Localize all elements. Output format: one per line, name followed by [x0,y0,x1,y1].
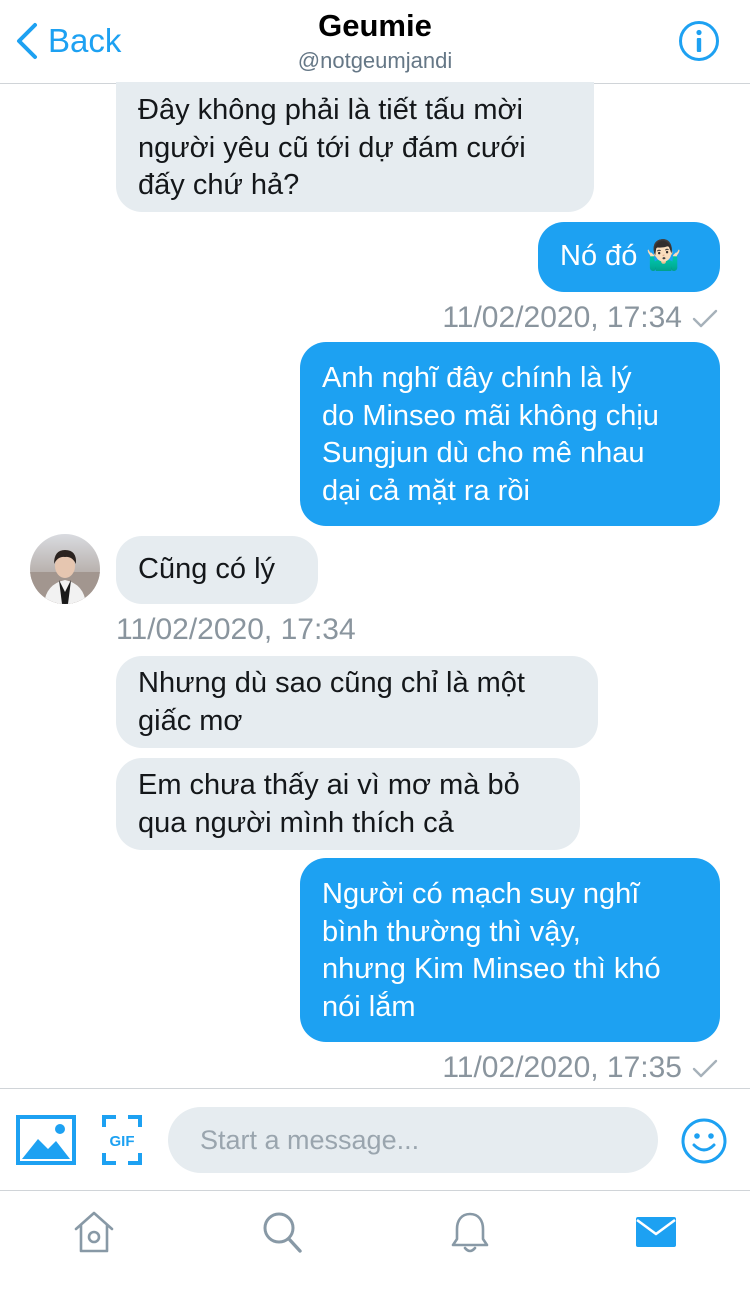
message-bubble-sent[interactable]: Nó đó 🤷🏻‍♂️ [538,222,720,292]
message-line: dại cả mặt ra rồi [322,474,530,507]
message-line: Em chưa thấy ai vì mơ mà bỏ [138,769,520,801]
search-icon[interactable] [260,1209,304,1255]
info-icon[interactable] [678,20,720,62]
message-bubble-sent[interactable]: Người có mạch suy nghĩ bình thường thì v… [300,858,720,1042]
message-line: Đây không phải là tiết tấu mời [138,94,523,126]
smiley-icon[interactable] [680,1117,728,1165]
message-line: Nhưng dù sao cũng chỉ là một [138,667,525,699]
envelope-icon[interactable] [634,1209,678,1255]
message-line: Sungjun dù cho mê nhau [322,437,645,469]
message-line: nhưng Kim Minseo thì khó [322,953,661,985]
avatar[interactable] [30,534,100,604]
message-line: đấy chứ hả? [138,169,300,201]
avatar-photo [30,534,100,604]
message-line: do Minseo mãi không chịu [322,399,659,432]
message-line: qua người mình thích cả [138,806,454,839]
bell-icon[interactable] [448,1209,492,1255]
message-bubble-received[interactable]: Đây không phải là tiết tấu mời người yêu… [116,82,594,212]
message-line: giấc mơ [138,704,243,737]
message-line: nói lắm [322,990,416,1023]
message-line: bình thường thì vậy, [322,915,581,948]
home-icon[interactable] [72,1209,116,1255]
conversation-title-block[interactable]: Geumie @notgeumjandi [0,8,750,76]
message-timestamp: 11/02/2020, 17:34 [116,613,356,646]
message-bubble-received[interactable]: Cũng có lý [116,536,318,604]
message-line: Cũng có lý [138,553,276,585]
message-bubble-received[interactable]: Em chưa thấy ai vì mơ mà bỏ qua người mì… [116,758,580,850]
sent-check-icon [692,309,718,328]
message-line: Anh nghĩ đây chính là lý [322,362,632,394]
bottom-tab-bar [0,1190,750,1290]
contact-handle: @notgeumjandi [297,48,453,73]
message-timestamp: 11/02/2020, 17:34 [442,300,718,336]
message-input[interactable] [168,1107,658,1173]
message-line: Người có mạch suy nghĩ [322,878,640,910]
sent-check-icon [692,1059,718,1078]
image-icon[interactable] [16,1115,76,1165]
message-timestamp: 11/02/2020, 17:35 [442,1050,718,1086]
gif-icon[interactable]: GIF [102,1115,142,1165]
message-bubble-sent[interactable]: Anh nghĩ đây chính là lý do Minseo mãi k… [300,342,720,526]
svg-text:GIF: GIF [110,1133,135,1150]
message-line: người yêu cũ tới dự đám cưới [138,131,526,164]
message-composer: GIF [0,1088,750,1190]
contact-name: Geumie [318,8,432,43]
conversation-header: Back Geumie @notgeumjandi [0,0,750,84]
message-line: Nó đó 🤷🏻‍♂️ [560,240,682,272]
message-bubble-received[interactable]: Nhưng dù sao cũng chỉ là một giấc mơ [116,656,598,748]
